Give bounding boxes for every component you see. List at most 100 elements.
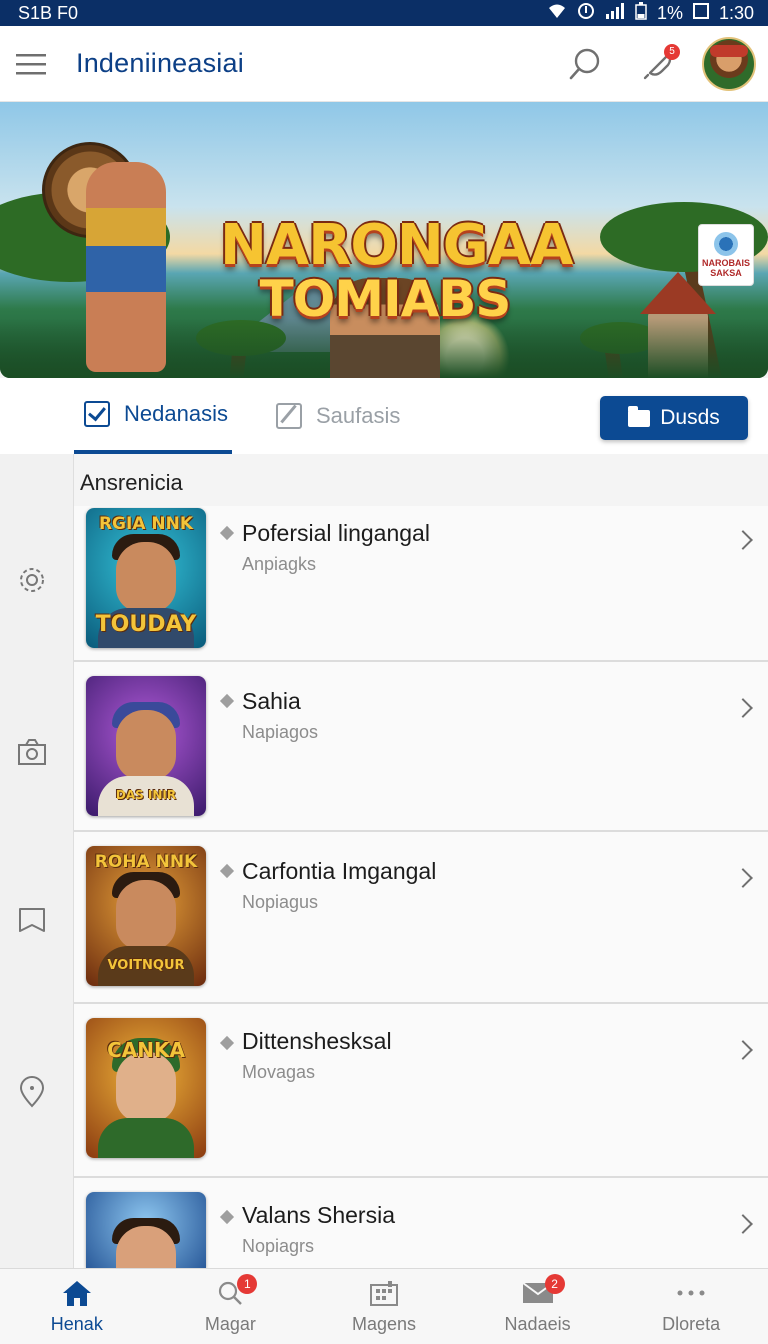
list-item[interactable]: ROHA NNK VOITNQUR Carfontia Imgangal Nop… [74, 832, 768, 1004]
alert-icon [577, 2, 595, 24]
location-pin-icon [19, 1076, 45, 1108]
cover-caption: ROHA NNK [94, 852, 198, 872]
item-subtitle: Napiagos [242, 722, 319, 742]
app-title: Indeniineasiai [76, 48, 244, 78]
location-button[interactable] [16, 1076, 48, 1108]
tab-label: Saufasis [316, 403, 401, 428]
list-item[interactable]: Valans Shersia Nopiagrs [74, 1178, 768, 1268]
nav-label: Dloreta [662, 1314, 721, 1334]
signal-icon [605, 3, 625, 23]
wifi-icon [547, 3, 567, 23]
game-cover [86, 1192, 206, 1268]
hero-title: NARONGAA TOMIABS [220, 218, 573, 328]
edit-icon [276, 403, 302, 429]
side-rail [0, 454, 74, 1268]
nav-badge: 2 [544, 1274, 565, 1294]
badge-logo-icon [714, 231, 738, 256]
item-title: Sahia [242, 688, 301, 714]
diamond-icon [219, 1209, 235, 1225]
camera-button[interactable] [16, 736, 48, 768]
battery-icon [635, 2, 647, 24]
chevron-right-icon [733, 1214, 753, 1234]
bottom-navigation: Henak 1 Magar Magens 2 Nadaeis Dloreta [0, 1268, 768, 1344]
cover-caption: CANKA [107, 1038, 185, 1062]
tab-bar: Nedanasis Saufasis Dusds [0, 378, 768, 454]
status-icons: 1% 1:30 [547, 2, 754, 24]
chevron-right-icon [733, 1040, 753, 1060]
more-icon [674, 1278, 708, 1308]
hero-warrior [86, 162, 166, 372]
menu-button[interactable] [0, 26, 62, 102]
bookmark-icon [19, 908, 45, 932]
hero-corner-badge[interactable]: NAROBAIS SAKSA [698, 224, 754, 286]
item-title: Valans Shersia [242, 1202, 395, 1228]
section-heading: Ansrenicia [80, 470, 183, 495]
clock: 1:30 [718, 2, 754, 23]
chevron-right-icon [733, 530, 753, 550]
settings-button[interactable] [16, 564, 48, 596]
home-icon [60, 1278, 94, 1308]
nav-label: Magens [351, 1314, 416, 1334]
cover-caption: DAS INIR [115, 788, 177, 802]
game-cover: CANKA [86, 1018, 206, 1158]
folder-button[interactable]: Dusds [600, 396, 748, 440]
nav-badge: 1 [237, 1274, 258, 1294]
nav-label: Henak [50, 1314, 103, 1334]
list-item[interactable]: DAS INIR Sahia Napiagos [74, 662, 768, 832]
nav-item-more[interactable]: Dloreta [614, 1269, 768, 1344]
nav-label: Nadaeis [504, 1314, 571, 1334]
camera-icon [18, 739, 46, 765]
diamond-icon [219, 1035, 235, 1051]
cover-caption: RGIA NNK [98, 514, 194, 534]
gear-icon [20, 568, 44, 592]
diamond-icon [219, 693, 235, 709]
chevron-right-icon [733, 698, 753, 718]
grid-icon [367, 1278, 401, 1308]
hamburger-icon [16, 53, 46, 74]
hero-title-line1: NARONGAA [220, 213, 573, 278]
item-title: Dittenshesksal [242, 1028, 392, 1054]
notification-badge: 5 [664, 43, 680, 60]
nav-item-grid[interactable]: Magens [307, 1269, 461, 1344]
folder-icon [628, 405, 651, 427]
search-icon [569, 48, 600, 79]
item-subtitle: Nopiagus [242, 892, 319, 912]
diamond-icon [219, 525, 235, 541]
list-item[interactable]: CANKA Dittenshesksal Movagas [74, 1004, 768, 1178]
game-cover: DAS INIR [86, 676, 206, 816]
search-icon: 1 [213, 1274, 258, 1308]
hero-title-line2: TOMIABS [259, 270, 512, 328]
status-left-text: S1B F0 [18, 2, 79, 23]
item-subtitle: Movagas [242, 1062, 316, 1082]
cover-caption: TOUDAY [95, 612, 197, 637]
nav-item-search[interactable]: 1 Magar [154, 1269, 308, 1344]
diamond-icon [219, 863, 235, 879]
avatar[interactable] [702, 36, 756, 91]
tab-nedanasis[interactable]: Nedanasis [74, 378, 232, 454]
checkbox-icon [84, 401, 110, 427]
nav-item-home[interactable]: Henak [0, 1269, 154, 1344]
nav-label: Magar [204, 1314, 256, 1334]
app-bar: Indeniineasiai 5 [0, 26, 768, 102]
tab-saufasis[interactable]: Saufasis [276, 378, 400, 454]
corner-badge-text: NAROBAIS SAKSA [701, 257, 750, 278]
status-bar: S1B F0 1% 1:30 [0, 0, 768, 26]
hero-banner[interactable]: NARONGAA TOMIABS NAROBAIS SAKSA [0, 102, 768, 378]
search-button[interactable] [548, 26, 622, 102]
mail-icon: 2 [521, 1274, 565, 1308]
bookmark-button[interactable] [16, 904, 48, 936]
notifications-button[interactable]: 5 [622, 26, 696, 102]
game-list: RGIA NNK TOUDAY Pofersial lingangal Anpi… [74, 506, 768, 1268]
chevron-right-icon [733, 868, 753, 888]
game-cover: RGIA NNK TOUDAY [86, 508, 206, 648]
nav-item-mail[interactable]: 2 Nadaeis [461, 1269, 615, 1344]
game-cover: ROHA NNK VOITNQUR [86, 846, 206, 986]
item-subtitle: Nopiagrs [242, 1236, 315, 1256]
cover-caption: VOITNQUR [107, 958, 185, 973]
folder-button-label: Dusds [660, 406, 720, 429]
item-title: Carfontia Imgangal [242, 858, 437, 884]
list-item[interactable]: RGIA NNK TOUDAY Pofersial lingangal Anpi… [74, 506, 768, 662]
battery-text: 1% [656, 2, 683, 23]
tab-label: Nedanasis [124, 401, 228, 426]
item-subtitle: Anpiagks [242, 554, 317, 574]
